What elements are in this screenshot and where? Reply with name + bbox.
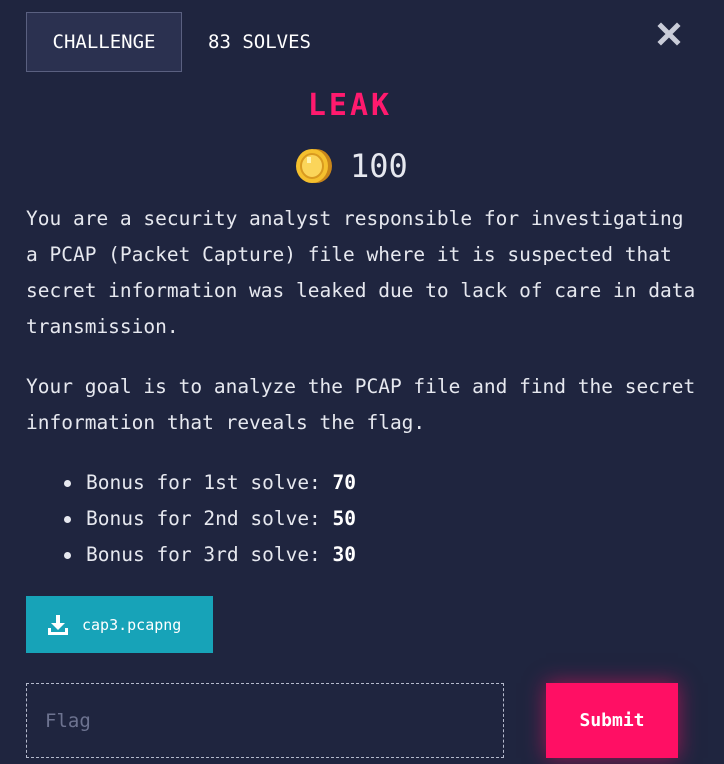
tab-challenge-label: CHALLENGE xyxy=(52,31,156,53)
bullet xyxy=(64,480,71,487)
coin-icon xyxy=(296,149,332,183)
tab-solves[interactable]: 83 SOLVES xyxy=(208,12,311,72)
description-paragraph: You are a security analyst responsible f… xyxy=(26,207,696,338)
points-row: 100 xyxy=(294,144,408,188)
bonus-list: Bonus for 1st solve: 70 Bonus for 2nd so… xyxy=(60,465,356,573)
challenge-points: 100 xyxy=(350,147,408,185)
bonus-label: Bonus for 3rd solve: xyxy=(86,543,333,566)
download-icon xyxy=(48,614,68,635)
list-item: Bonus for 3rd solve: 30 xyxy=(60,537,356,573)
bonus-value: 30 xyxy=(332,543,357,566)
close-button[interactable] xyxy=(656,22,682,46)
challenge-title: LEAK xyxy=(307,88,393,123)
bonus-label: Bonus for 1st solve: xyxy=(86,471,333,494)
file-name: cap3.pcapng xyxy=(82,615,182,634)
submit-button[interactable]: Submit xyxy=(546,683,678,758)
flag-input[interactable] xyxy=(26,683,504,758)
tab-challenge[interactable]: CHALLENGE xyxy=(26,12,182,72)
bullet xyxy=(64,516,71,523)
bullet xyxy=(64,552,71,559)
bonus-value: 50 xyxy=(332,507,357,530)
list-item: Bonus for 2nd solve: 50 xyxy=(60,501,356,537)
list-item: Bonus for 1st solve: 70 xyxy=(60,465,356,501)
bonus-value: 70 xyxy=(332,471,357,494)
tab-solves-label: 83 SOLVES xyxy=(208,31,311,53)
bonus-label: Bonus for 2nd solve: xyxy=(86,507,333,530)
download-file-button[interactable]: cap3.pcapng xyxy=(26,596,213,653)
description-paragraph: Your goal is to analyze the PCAP file an… xyxy=(26,375,696,434)
close-icon xyxy=(657,22,681,46)
